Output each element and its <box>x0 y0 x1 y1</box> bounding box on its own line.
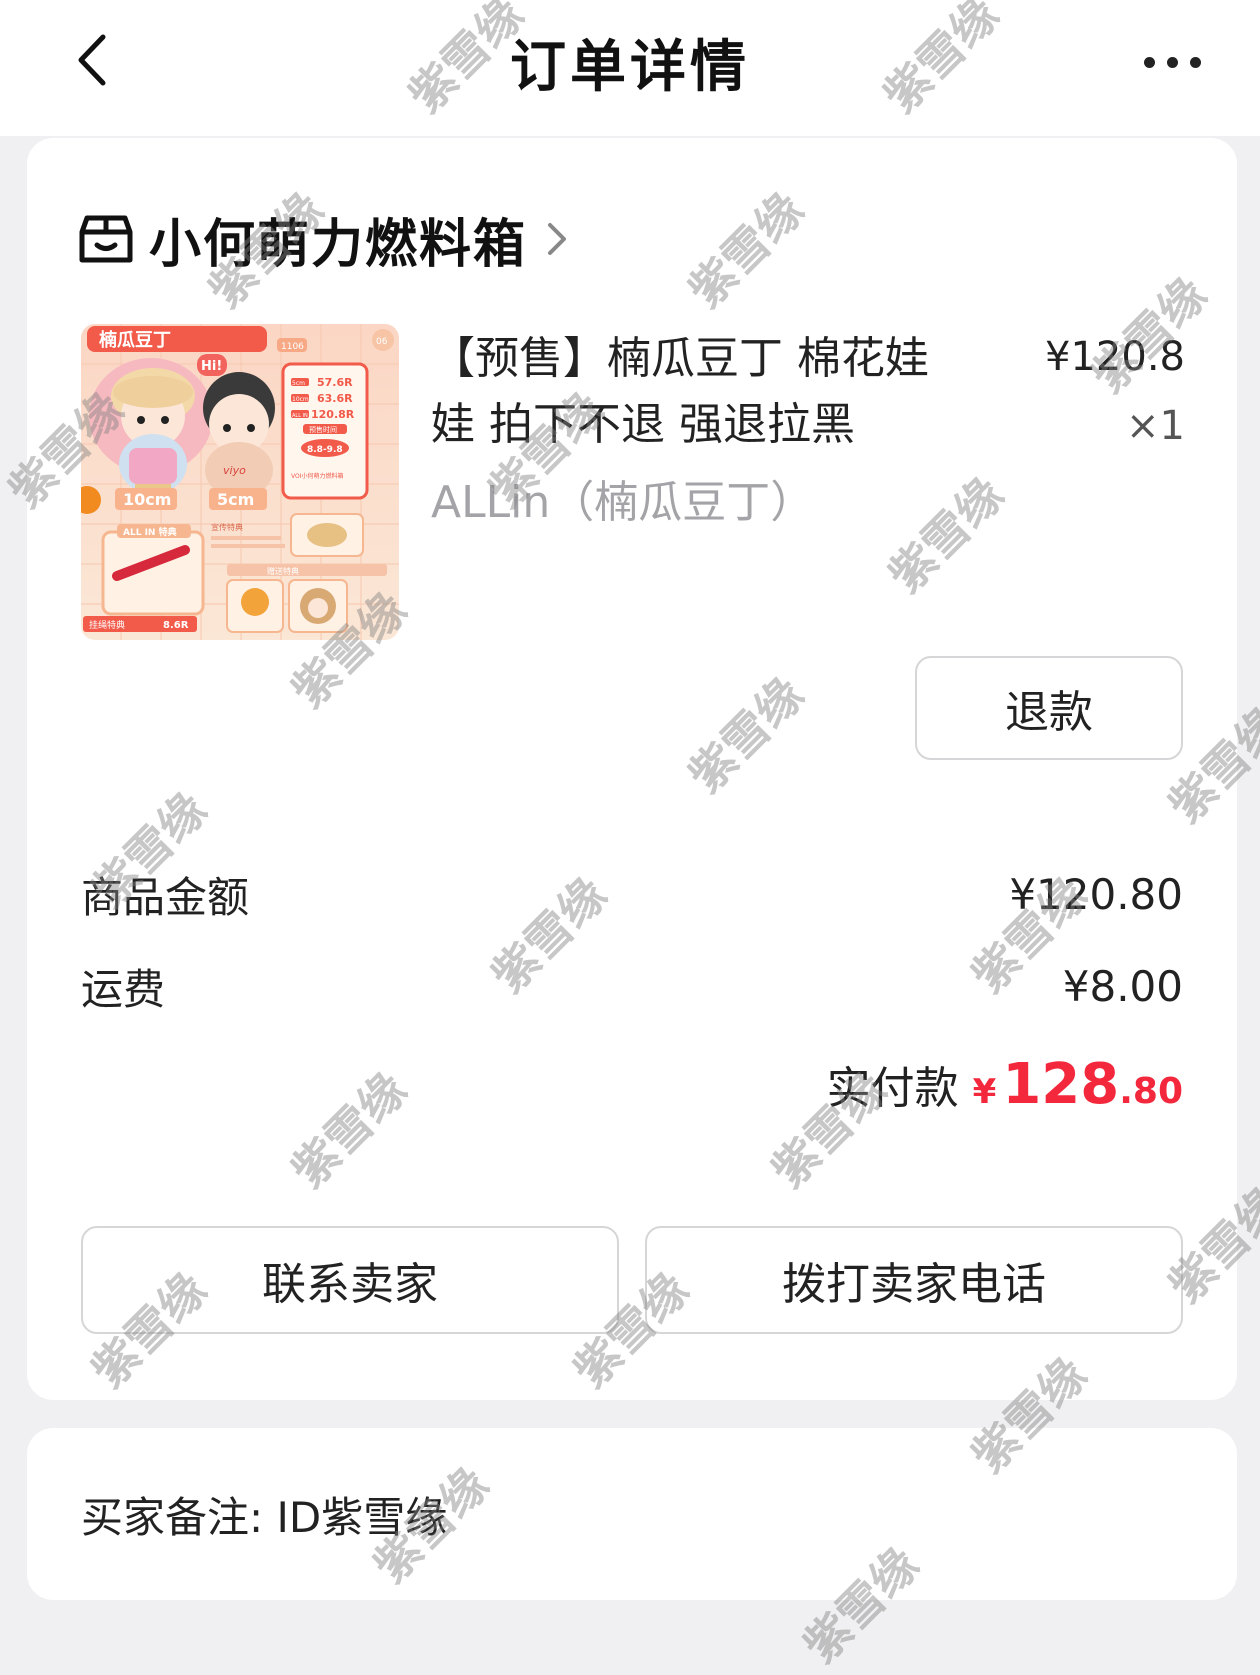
thumb-tag-2: 10cm <box>292 396 309 403</box>
store-icon <box>79 215 133 263</box>
shop-name: 小何萌力燃料箱 <box>149 214 528 275</box>
chevron-right-icon <box>548 223 567 255</box>
product-variant: ALLin（楠瓜豆丁） <box>431 477 815 528</box>
product-price: ¥120.8 <box>1045 334 1185 380</box>
paid-label: 实付款 <box>826 1063 959 1114</box>
thumb-presale-date: 8.8-9.8 <box>307 445 343 455</box>
product-thumbnail[interactable]: 楠瓜豆丁 1106 06 Hi! viyo 5cm 57.6R 10cm 63.… <box>81 324 399 640</box>
contact-seller-button[interactable]: 联系卖家 <box>81 1226 619 1334</box>
page-title: 订单详情 <box>510 35 750 100</box>
thumb-allin-tag: ALL IN 特典 <box>123 526 177 538</box>
thumb-presale-label: 预售时间 <box>309 425 337 434</box>
order-card: 小何萌力燃料箱 楠瓜豆丁 1106 06 Hi! viyo 5cm 57.6R … <box>27 138 1237 1400</box>
buyer-note-card: 买家备注: ID紫雪缘 <box>27 1428 1237 1600</box>
more-dots-icon <box>1143 56 1155 68</box>
thumb-shop-label: VOI小何萌力燃料箱 <box>291 472 344 480</box>
call-seller-button[interactable]: 拨打卖家电话 <box>645 1226 1183 1334</box>
buyer-note: 买家备注: ID紫雪缘 <box>81 1493 448 1542</box>
thumb-bonus-label: 赠送特典 <box>267 566 299 576</box>
back-button[interactable] <box>62 30 122 90</box>
more-dots-icon <box>1189 56 1201 68</box>
paid-integer: 128 <box>1002 1052 1120 1117</box>
thumb-code: 1106 <box>281 342 304 352</box>
refund-button[interactable]: 退款 <box>915 656 1183 760</box>
shipping-value: ¥8.00 <box>1062 962 1183 1011</box>
product-title[interactable]: 【预售】楠瓜豆丁 棉花娃娃 拍下不退 强退拉黑 <box>431 326 961 458</box>
thumb-tag-1: 5cm <box>292 380 305 387</box>
thumb-tag-3: ALL IN <box>292 413 308 419</box>
more-button[interactable] <box>1132 40 1212 84</box>
goods-amount-row: 商品金额 ¥120.80 <box>81 864 1183 925</box>
paid-decimal: .80 <box>1119 1071 1183 1112</box>
paid-amount-row: 实付款 ¥ 128 .80 <box>827 1052 1183 1117</box>
thumb-hi: Hi! <box>201 359 222 374</box>
paid-currency: ¥ <box>972 1072 997 1112</box>
chevron-left-icon <box>78 34 106 86</box>
goods-amount-value: ¥120.80 <box>1009 870 1183 919</box>
thumb-size-1: 10cm <box>123 490 171 509</box>
shop-link[interactable]: 小何萌力燃料箱 <box>79 204 569 275</box>
thumb-price-2: 63.6R <box>317 392 353 405</box>
thumb-lanyard-price: 8.6R <box>163 620 189 631</box>
shipping-row: 运费 ¥8.00 <box>81 956 1183 1017</box>
thumb-perk-label: 宣传特典 <box>211 522 243 532</box>
product-quantity: ×1 <box>1126 403 1185 449</box>
shipping-label: 运费 <box>81 965 166 1014</box>
top-bar: 订单详情 <box>0 0 1260 136</box>
more-dots-icon <box>1166 56 1178 68</box>
thumb-price-1: 57.6R <box>317 376 353 389</box>
thumb-doll-text: viyo <box>223 464 246 477</box>
product-image: 楠瓜豆丁 1106 06 Hi! viyo 5cm 57.6R 10cm 63.… <box>81 324 399 640</box>
thumb-price-3: 120.8R <box>311 408 355 421</box>
thumb-size-2: 5cm <box>217 490 254 509</box>
goods-amount-label: 商品金额 <box>81 873 250 922</box>
thumb-banner: 楠瓜豆丁 <box>99 329 171 351</box>
thumb-lanyard-label: 挂绳特典 <box>89 619 125 631</box>
thumb-corner: 06 <box>376 337 388 347</box>
